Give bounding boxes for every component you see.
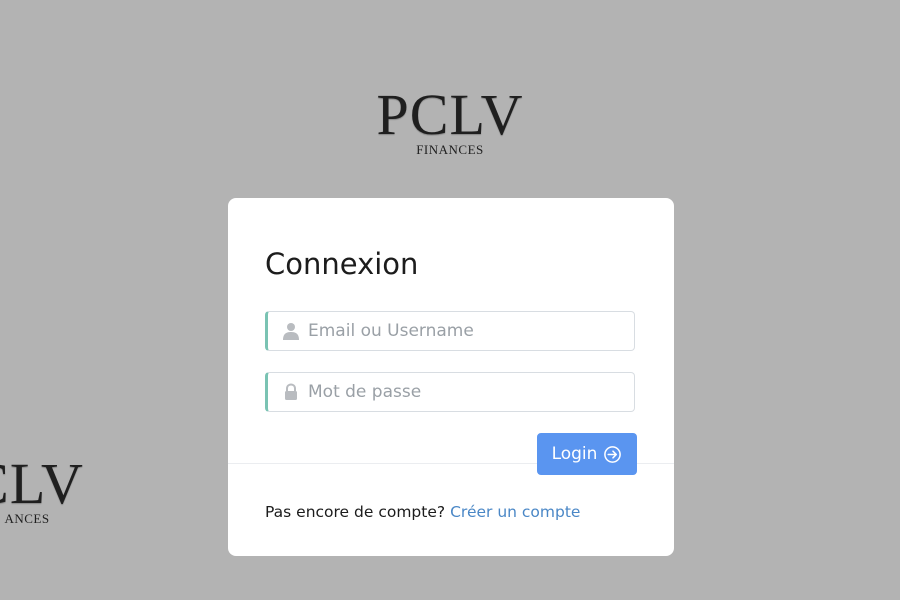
username-field[interactable] [265,311,635,351]
username-input[interactable] [308,312,628,350]
create-account-link[interactable]: Créer un compte [450,503,580,521]
logo-mark: PCLV [376,82,524,147]
signup-prompt: Pas encore de compte? Créer un compte [265,503,580,521]
lock-icon [282,383,300,401]
password-field[interactable] [265,372,635,412]
password-input[interactable] [308,373,628,411]
user-icon [282,322,300,340]
logo-mark: CLV [0,451,84,516]
login-button-label: Login [551,444,598,464]
login-card: Connexion Login Pas encore de compte?Cré… [228,198,674,556]
logo-background-duplicate: CLV ANCES [0,451,112,526]
arrow-circle-right-icon [604,445,622,463]
login-button[interactable]: Login [537,433,637,475]
signup-prompt-text: Pas encore de compte? [265,503,446,521]
page-title: Connexion [265,247,419,281]
logo: PCLV FINANCES [365,82,535,157]
